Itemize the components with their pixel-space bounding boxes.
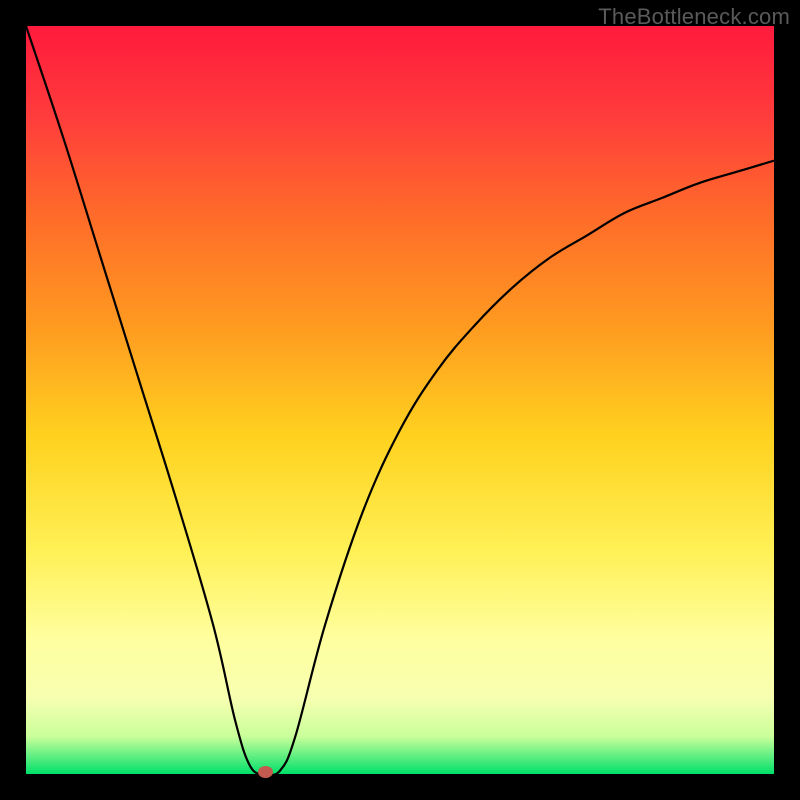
- bottleneck-curve: [26, 26, 774, 774]
- curve-line: [26, 26, 774, 774]
- optimal-point-marker: [258, 766, 273, 778]
- chart-plot-area: [26, 26, 774, 774]
